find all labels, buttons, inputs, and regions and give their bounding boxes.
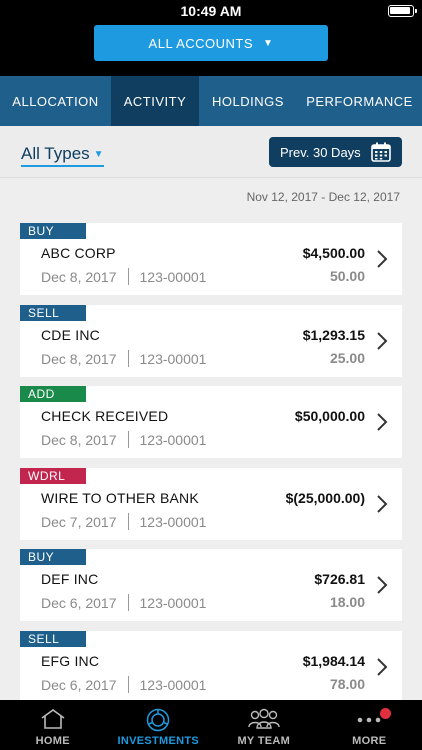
- transaction-amount: $4,500.00: [302, 245, 365, 261]
- chevron-right-icon: [377, 250, 388, 268]
- bottom-nav: HOME INVESTMENTS MY TEAM MORE: [0, 700, 422, 750]
- chevron-right-icon: [377, 413, 388, 431]
- transaction-row[interactable]: ADD CHECK RECEIVED Dec 8, 2017 123-00001 …: [20, 386, 402, 458]
- caret-down-icon: ▼: [93, 149, 104, 160]
- transaction-name: WIRE TO OTHER BANK: [41, 490, 199, 506]
- tab-allocation[interactable]: ALLOCATION: [0, 76, 111, 126]
- nav-label: MORE: [352, 735, 387, 747]
- divider: [127, 431, 129, 448]
- transaction-amount: $(25,000.00): [285, 490, 365, 506]
- transaction-name: ABC CORP: [41, 245, 116, 261]
- type-filter-label: All Types: [21, 144, 90, 163]
- transaction-row[interactable]: SELL EFG INC Dec 6, 2017 123-00001 $1,984…: [20, 631, 402, 703]
- home-icon: [41, 709, 65, 729]
- transaction-name: CDE INC: [41, 327, 100, 343]
- nav-home[interactable]: HOME: [0, 700, 106, 750]
- account-number: 123-00001: [139, 677, 207, 693]
- investments-icon: [147, 708, 170, 732]
- type-badge: WDRL: [20, 468, 86, 484]
- transaction-date: Dec 6, 2017: [41, 677, 117, 693]
- transaction-meta: Dec 8, 2017 123-00001: [41, 268, 206, 285]
- chevron-right-icon: [377, 332, 388, 350]
- status-time: 10:49 AM: [180, 3, 242, 19]
- team-icon: [248, 708, 280, 729]
- account-number: 123-00001: [139, 595, 207, 611]
- transaction-row[interactable]: BUY ABC CORP Dec 8, 2017 123-00001 $4,500…: [20, 223, 402, 295]
- caret-down-icon: ▼: [263, 37, 274, 49]
- chevron-right-icon: [377, 658, 388, 676]
- transaction-amount: $1,984.14: [302, 653, 365, 669]
- account-number: 123-00001: [139, 432, 207, 448]
- account-number: 123-00001: [139, 514, 207, 530]
- type-badge: BUY: [20, 549, 86, 565]
- transaction-meta: Dec 7, 2017 123-00001: [41, 513, 206, 530]
- transaction-date: Dec 8, 2017: [41, 269, 117, 285]
- period-button[interactable]: Prev. 30 Days: [269, 137, 402, 167]
- transaction-quantity: 78.00: [329, 676, 365, 692]
- transaction-row[interactable]: WDRL WIRE TO OTHER BANK Dec 7, 2017 123-0…: [20, 468, 402, 540]
- type-badge: SELL: [20, 305, 86, 321]
- transaction-amount: $726.81: [314, 571, 365, 587]
- transaction-meta: Dec 6, 2017 123-00001: [41, 594, 206, 611]
- transaction-row[interactable]: SELL CDE INC Dec 8, 2017 123-00001 $1,293…: [20, 305, 402, 377]
- type-badge: SELL: [20, 631, 86, 647]
- type-badge: BUY: [20, 223, 86, 239]
- all-accounts-label: ALL ACCOUNTS: [148, 35, 254, 51]
- tab-label: PERFORMANCE: [306, 93, 413, 109]
- section-tabs: ALLOCATION ACTIVITY HOLDINGS PERFORMANCE: [0, 76, 422, 126]
- divider: [127, 513, 129, 530]
- nav-label: INVESTMENTS: [117, 735, 200, 747]
- transaction-meta: Dec 8, 2017 123-00001: [41, 431, 206, 448]
- transaction-date: Dec 8, 2017: [41, 432, 117, 448]
- divider: [127, 676, 129, 693]
- nav-more[interactable]: MORE: [317, 700, 422, 750]
- period-label: Prev. 30 Days: [280, 144, 361, 160]
- chevron-right-icon: [377, 495, 388, 513]
- date-range: Nov 12, 2017 - Dec 12, 2017: [246, 190, 400, 204]
- calendar-icon: [371, 142, 391, 162]
- transaction-name: DEF INC: [41, 571, 99, 587]
- transaction-meta: Dec 6, 2017 123-00001: [41, 676, 206, 693]
- nav-label: MY TEAM: [237, 735, 291, 747]
- transaction-meta: Dec 8, 2017 123-00001: [41, 350, 206, 367]
- nav-investments[interactable]: INVESTMENTS: [106, 700, 212, 750]
- transaction-amount: $50,000.00: [294, 408, 365, 424]
- transaction-date: Dec 6, 2017: [41, 595, 117, 611]
- tab-label: HOLDINGS: [212, 93, 284, 109]
- transaction-quantity: 50.00: [329, 268, 365, 284]
- divider: [127, 594, 129, 611]
- all-accounts-dropdown[interactable]: ALL ACCOUNTS ▼: [94, 25, 328, 61]
- tab-label: ACTIVITY: [123, 93, 187, 109]
- transaction-name: EFG INC: [41, 653, 100, 669]
- nav-label: HOME: [35, 735, 70, 747]
- transaction-row[interactable]: BUY DEF INC Dec 6, 2017 123-00001 $726.81…: [20, 549, 402, 621]
- divider: [127, 268, 129, 285]
- battery-icon: [388, 5, 417, 17]
- more-icon: [357, 717, 381, 723]
- tab-performance[interactable]: PERFORMANCE: [297, 76, 422, 126]
- transaction-date: Dec 7, 2017: [41, 514, 117, 530]
- notification-dot: [380, 708, 391, 719]
- divider: [127, 350, 129, 367]
- transaction-amount: $1,293.15: [302, 327, 365, 343]
- account-number: 123-00001: [139, 351, 207, 367]
- app-header: 10:49 AM ALL ACCOUNTS ▼: [0, 0, 422, 76]
- type-badge: ADD: [20, 386, 86, 402]
- nav-my-team[interactable]: MY TEAM: [211, 700, 317, 750]
- account-number: 123-00001: [139, 269, 207, 285]
- tab-activity[interactable]: ACTIVITY: [111, 76, 199, 126]
- transaction-name: CHECK RECEIVED: [41, 408, 169, 424]
- transaction-date: Dec 8, 2017: [41, 351, 117, 367]
- tab-holdings[interactable]: HOLDINGS: [199, 76, 297, 126]
- transaction-quantity: 18.00: [329, 594, 365, 610]
- transaction-quantity: 25.00: [329, 350, 365, 366]
- chevron-right-icon: [377, 576, 388, 594]
- type-filter-dropdown[interactable]: All Types ▼: [21, 144, 104, 167]
- tab-label: ALLOCATION: [12, 93, 99, 109]
